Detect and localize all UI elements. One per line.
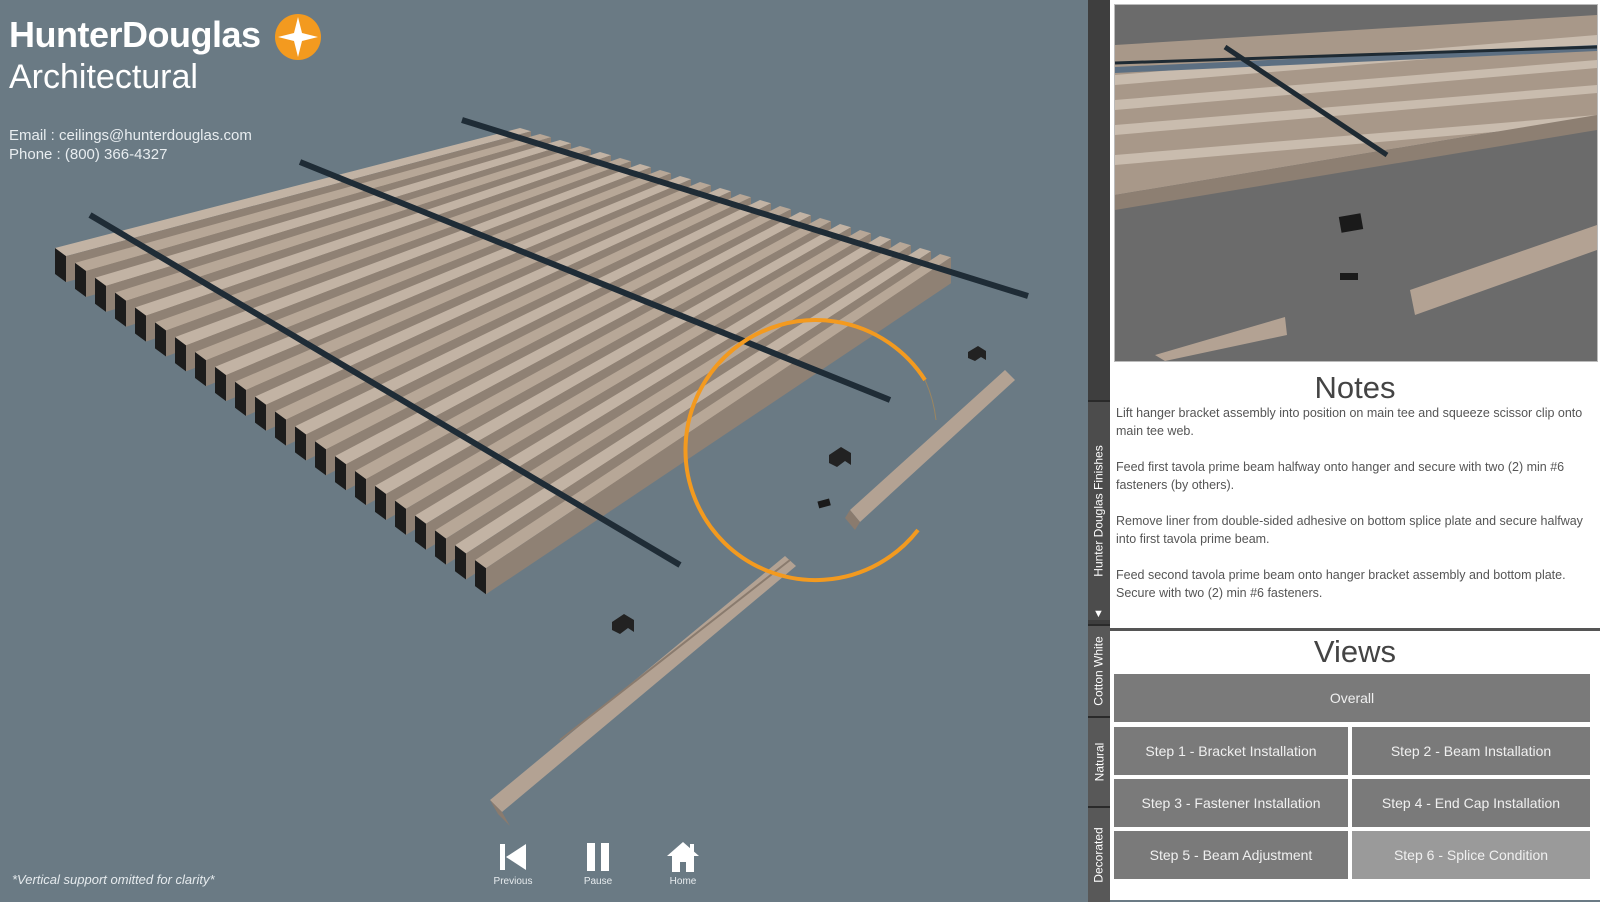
view-step-1-button[interactable]: Step 1 - Bracket Installation (1114, 727, 1348, 775)
view-step-5-button[interactable]: Step 5 - Beam Adjustment (1114, 831, 1348, 879)
note-paragraph: Lift hanger bracket assembly into positi… (1116, 406, 1583, 438)
view-step-3-button[interactable]: Step 3 - Fastener Installation (1114, 779, 1348, 827)
view-step-6-button[interactable]: Step 6 - Splice Condition (1352, 831, 1590, 879)
pause-button[interactable]: Pause (570, 840, 626, 887)
tab-label: Decorated (1092, 827, 1106, 883)
hanger-bracket-part (829, 447, 851, 467)
hunter-douglas-logo-icon (275, 14, 321, 60)
note-paragraph: Feed second tavola prime beam onto hange… (1116, 568, 1566, 600)
finish-tabs: Hunter Douglas Finishes ▼ Cotton White N… (1088, 0, 1110, 902)
hanger-bracket-part (612, 614, 634, 634)
tab-decorated[interactable]: Decorated (1088, 806, 1110, 902)
notes-body: Lift hanger bracket assembly into positi… (1116, 404, 1594, 620)
loose-beam-front (490, 556, 796, 826)
tab-cotton-white[interactable]: Cotton White (1088, 624, 1110, 716)
pause-icon (587, 843, 609, 871)
view-step-4-button[interactable]: Step 4 - End Cap Installation (1352, 779, 1590, 827)
home-label: Home (669, 876, 697, 887)
brand-name: HunterDouglas (9, 14, 261, 55)
previous-label: Previous (493, 876, 533, 887)
note-paragraph: Remove liner from double-sided adhesive … (1116, 514, 1583, 546)
pause-label: Pause (583, 876, 613, 887)
skip-back-icon (500, 844, 526, 870)
info-panel: Notes Lift hanger bracket assembly into … (1110, 0, 1600, 900)
contact-phone: Phone : (800) 366-4327 (9, 146, 168, 163)
tab-label: Cotton White (1092, 636, 1106, 706)
view-overall-button[interactable]: Overall (1114, 674, 1590, 722)
tab-label: Hunter Douglas Finishes (1092, 445, 1106, 577)
3d-viewport[interactable]: HunterDouglas Architectural Email : ceil… (0, 0, 1088, 900)
chevron-down-icon[interactable]: ▼ (1093, 608, 1104, 620)
home-icon (667, 842, 699, 872)
home-button[interactable]: Home (655, 840, 711, 887)
contact-info: Email : ceilings@hunterdouglas.com Phone… (9, 126, 252, 164)
views-title: Views (1313, 634, 1397, 669)
previous-button[interactable]: Previous (485, 840, 541, 887)
splice-plate-part (817, 498, 831, 509)
detail-preview-render (1115, 15, 1597, 361)
tab-natural[interactable]: Natural (1088, 716, 1110, 806)
notes-title: Notes (1314, 370, 1396, 405)
footnote: *Vertical support omitted for clarity* (12, 872, 215, 887)
tab-label: Natural (1092, 742, 1106, 782)
note-paragraph: Feed first tavola prime beam halfway ont… (1116, 460, 1565, 492)
brand-subtitle: Architectural (9, 58, 198, 96)
panel-divider (1110, 628, 1600, 631)
contact-email: Email : ceilings@hunterdouglas.com (9, 127, 252, 144)
tab-hunter-douglas-finishes[interactable]: Hunter Douglas Finishes (1088, 400, 1110, 620)
hanger-bracket-part (968, 346, 986, 361)
view-step-2-button[interactable]: Step 2 - Beam Installation (1352, 727, 1590, 775)
detail-preview[interactable] (1114, 4, 1598, 362)
